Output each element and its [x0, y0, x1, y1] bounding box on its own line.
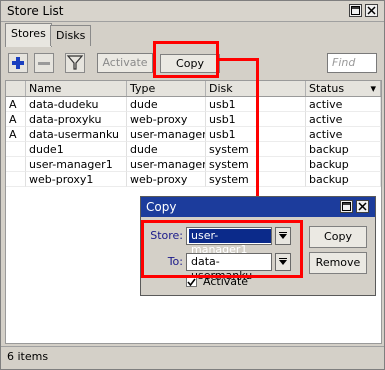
table-row[interactable]: web-proxy1 web-proxy system backup [6, 172, 381, 187]
remove-button[interactable] [34, 53, 54, 73]
maximize-icon [342, 202, 351, 211]
cell-type: dude [127, 97, 206, 112]
dialog-fields-highlight [141, 220, 303, 278]
filter-icon [66, 55, 84, 70]
table-row[interactable]: user-manager1 user-manager system backup [6, 157, 381, 172]
cell-flag: A [6, 97, 26, 112]
annotation-connector [219, 58, 259, 61]
minus-icon [38, 62, 50, 65]
cell-name: data-proxyku [26, 112, 127, 127]
header-type[interactable]: Type [127, 81, 206, 96]
add-button[interactable] [8, 53, 28, 73]
dialog-title-bar: Copy [141, 197, 375, 217]
dialog-maximize-button[interactable] [340, 200, 353, 213]
tab-disks[interactable]: Disks [50, 25, 92, 46]
table-row[interactable]: Adata-dudeku dude usb1 active [6, 97, 381, 112]
window-title: Store List [7, 4, 64, 18]
dialog-remove-button[interactable]: Remove [309, 252, 367, 274]
maximize-button[interactable] [349, 4, 362, 17]
header-flag [6, 81, 26, 96]
table-row[interactable]: Adata-proxyku web-proxy usb1 active [6, 112, 381, 127]
copy-button-highlight [153, 41, 219, 78]
plus-icon [12, 57, 24, 69]
cell-name: dude1 [26, 142, 127, 157]
cell-type: web-proxy [127, 172, 206, 187]
cell-status: backup [306, 172, 381, 187]
sort-arrow-icon: ▾ [370, 82, 376, 95]
dialog-close-button[interactable] [356, 200, 369, 213]
cell-flag [6, 157, 26, 172]
close-icon [367, 6, 376, 15]
cell-type: dude [127, 142, 206, 157]
cell-status: active [306, 112, 381, 127]
cell-type: web-proxy [127, 112, 206, 127]
cell-type: user-manager [127, 127, 206, 142]
cell-name: data-usermanku [26, 127, 127, 142]
table-header: Name Type Disk Status ▾ [6, 81, 381, 97]
cell-name: web-proxy1 [26, 172, 127, 187]
filter-button[interactable] [65, 53, 85, 73]
dialog-copy-button[interactable]: Copy [309, 226, 367, 248]
cell-flag [6, 172, 26, 187]
cell-flag [6, 142, 26, 157]
title-bar: Store List [1, 1, 384, 22]
cell-type: user-manager [127, 157, 206, 172]
cell-flag: A [6, 112, 26, 127]
checkmark-icon [187, 278, 196, 287]
cell-status: backup [306, 157, 381, 172]
status-bar: 6 items [1, 346, 384, 369]
header-name[interactable]: Name [26, 81, 127, 96]
maximize-icon [351, 6, 360, 15]
table-row[interactable]: Adata-usermanku user-manager usb1 active [6, 127, 381, 142]
cell-status: backup [306, 142, 381, 157]
table-row[interactable]: dude1 dude system backup [6, 142, 381, 157]
cell-flag: A [6, 127, 26, 142]
activate-button[interactable]: Activate [97, 53, 153, 73]
tab-stores[interactable]: Stores [5, 23, 52, 47]
dialog-title: Copy [146, 200, 177, 214]
cell-status: active [306, 127, 381, 142]
cell-status: active [306, 97, 381, 112]
cell-name: user-manager1 [26, 157, 127, 172]
cell-name: data-dudeku [26, 97, 127, 112]
close-icon [358, 202, 367, 211]
close-button[interactable] [365, 4, 378, 17]
header-status[interactable]: Status ▾ [306, 81, 381, 96]
find-input[interactable]: Find [327, 53, 377, 73]
item-count: 6 items [7, 350, 49, 363]
